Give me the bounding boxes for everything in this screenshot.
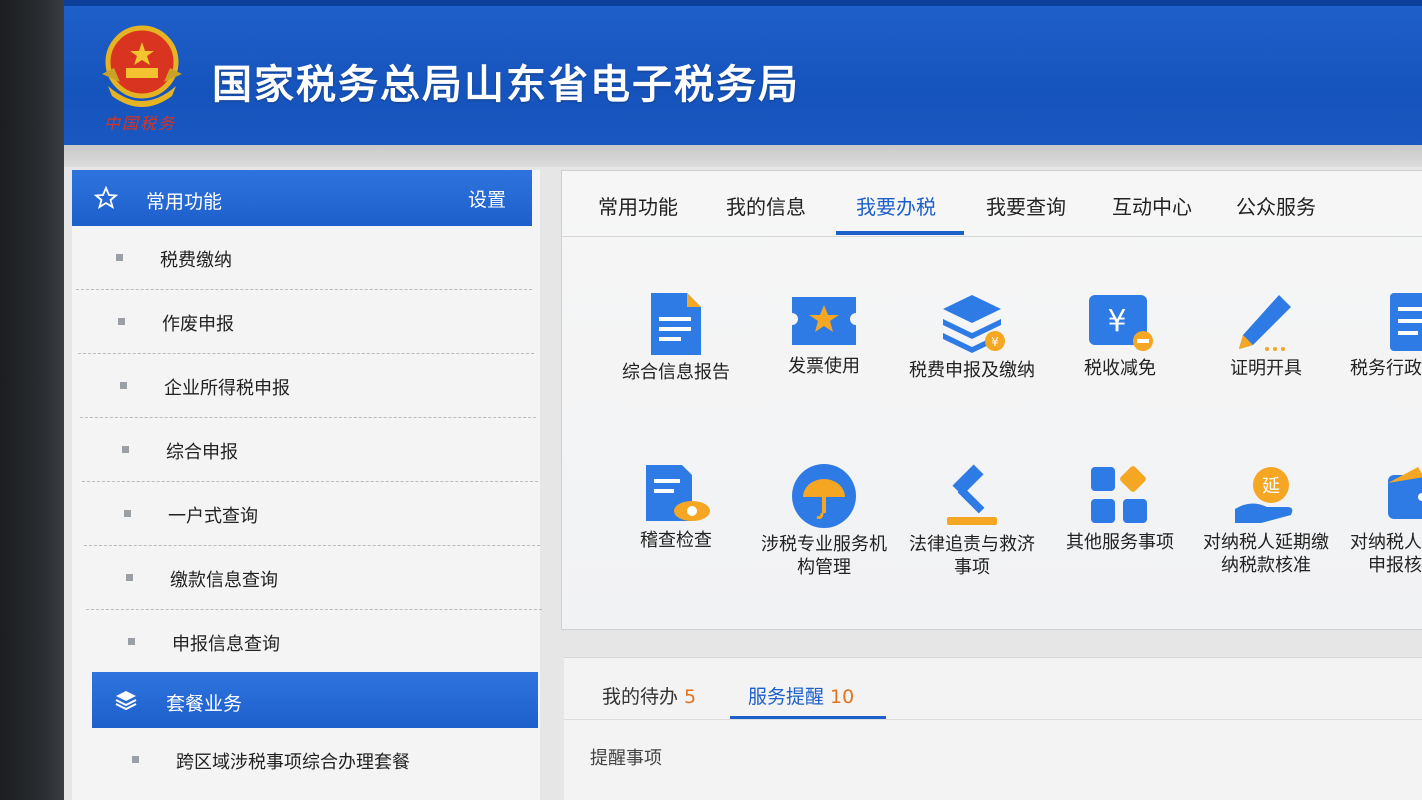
national-emblem-icon xyxy=(102,25,182,107)
divider xyxy=(564,719,1422,720)
settings-link[interactable]: 设置 xyxy=(468,185,506,212)
browser-screen: 中国税务 国家税务总局山东省电子税务局 常用功能 设置 税费缴纳 作废申报 企业… xyxy=(64,0,1422,800)
sidebar: 常用功能 设置 税费缴纳 作废申报 企业所得税申报 综合申报 一户式查询 缴款信… xyxy=(72,170,542,800)
umbrella-icon xyxy=(792,464,856,528)
document-icon xyxy=(651,293,701,355)
document-list-icon xyxy=(1390,293,1422,351)
todo-panel: 我的待办 5 服务提醒 10 提醒事项 xyxy=(564,657,1422,800)
tile-tax-declaration-payment[interactable]: ¥ 税费申报及缴纳 xyxy=(902,291,1042,382)
tile-label: 综合信息报告 xyxy=(622,362,730,383)
tile-label: 证明开具 xyxy=(1230,358,1302,379)
invoice-ticket-icon xyxy=(792,297,856,345)
yuan-minus-icon: ¥ xyxy=(1089,295,1153,351)
bullet-icon xyxy=(116,254,123,261)
bullet-icon xyxy=(122,446,129,453)
tile-legal-remedy[interactable]: 法律追责与救济事项 xyxy=(902,463,1042,579)
bullet-icon xyxy=(126,574,133,581)
tile-tax-reduction[interactable]: ¥ 税收减免 xyxy=(1050,291,1190,380)
sidebar-item-label: 企业所得税申报 xyxy=(164,378,290,399)
reminder-heading: 提醒事项 xyxy=(590,748,662,769)
bullet-icon xyxy=(120,382,127,389)
site-header: 中国税务 国家税务总局山东省电子税务局 xyxy=(64,0,1422,145)
gavel-icon xyxy=(947,464,997,525)
sidebar-item-label: 综合申报 xyxy=(166,442,238,463)
sidebar-item-label: 申报信息查询 xyxy=(172,634,280,655)
tile-label: 涉税专业服务机构管理 xyxy=(761,534,887,578)
tile-deferred-declaration-approval[interactable]: 对纳税人延期申报核准 xyxy=(1344,463,1422,577)
tile-other-services[interactable]: 其他服务事项 xyxy=(1050,463,1190,554)
site-title: 国家税务总局山东省电子税务局 xyxy=(212,62,800,108)
svg-text:延: 延 xyxy=(1262,476,1280,497)
sidebar-item-declaration-query[interactable]: 申报信息查询 xyxy=(88,610,544,674)
tile-label: 法律追责与救济事项 xyxy=(909,534,1035,578)
tile-label: 对纳税人延期缴纳税款核准 xyxy=(1203,532,1329,576)
tab-label: 我的待办 xyxy=(602,686,679,708)
tile-label: 对纳税人延期申报核准 xyxy=(1350,532,1422,576)
sidebar-item-payment-query[interactable]: 缴款信息查询 xyxy=(86,546,542,610)
header-band xyxy=(64,145,1422,167)
tab-tax-handling[interactable]: 我要办税 xyxy=(856,191,936,220)
sidebar-header-label: 常用功能 xyxy=(146,191,223,213)
sidebar-item-label: 作废申报 xyxy=(162,314,234,335)
tile-label: 税务行政许可 xyxy=(1350,358,1422,379)
sidebar-header-label: 套餐业务 xyxy=(166,693,243,715)
sidebar-item-label: 缴款信息查询 xyxy=(170,570,278,591)
tile-label: 税收减免 xyxy=(1084,358,1156,379)
sidebar-item-void-declaration[interactable]: 作废申报 xyxy=(78,290,534,354)
sidebar-item-label: 一户式查询 xyxy=(168,506,258,527)
tile-audit-inspection[interactable]: 稽查检查 xyxy=(606,463,746,552)
svg-text:¥: ¥ xyxy=(1107,304,1126,339)
grid-diamond-icon xyxy=(1091,466,1147,523)
active-tab-indicator xyxy=(730,716,886,719)
emblem-caption: 中国税务 xyxy=(104,114,177,133)
tile-deferred-payment-approval[interactable]: 延 对纳税人延期缴纳税款核准 xyxy=(1196,463,1336,577)
bullet-icon xyxy=(128,638,135,645)
tab-common-functions[interactable]: 常用功能 xyxy=(598,191,678,220)
layers-yuan-icon: ¥ xyxy=(943,295,1005,353)
wallet-icon xyxy=(1388,467,1422,519)
reminder-count-badge: 10 xyxy=(830,686,855,708)
sidebar-item-corporate-income-tax[interactable]: 企业所得税申报 xyxy=(80,354,536,418)
main-panel: 常用功能 我的信息 我要办税 我要查询 互动中心 公众服务 综合信息报告 发票使… xyxy=(561,170,1422,630)
active-tab-indicator xyxy=(836,231,964,235)
svg-text:¥: ¥ xyxy=(991,335,999,349)
tile-tax-administrative-license[interactable]: 税务行政许可 xyxy=(1344,291,1422,380)
monitor-bezel xyxy=(0,0,64,800)
tile-label: 税费申报及缴纳 xyxy=(909,360,1035,381)
sidebar-header-package[interactable]: 套餐业务 xyxy=(92,672,538,728)
sidebar-item-comprehensive-declaration[interactable]: 综合申报 xyxy=(82,418,538,482)
tab-my-info[interactable]: 我的信息 xyxy=(726,191,806,220)
tab-bar: 常用功能 我的信息 我要办税 我要查询 互动中心 公众服务 xyxy=(562,171,1422,237)
tab-service-reminder[interactable]: 服务提醒 10 xyxy=(748,682,854,709)
star-icon xyxy=(94,186,118,209)
tab-interaction-center[interactable]: 互动中心 xyxy=(1112,191,1192,220)
tile-tax-agency-management[interactable]: 涉税专业服务机构管理 xyxy=(754,463,894,579)
bullet-icon xyxy=(124,510,131,517)
sidebar-item-one-stop-query[interactable]: 一户式查询 xyxy=(84,482,540,546)
sidebar-item-cross-region-package[interactable]: 跨区域涉税事项综合办理套餐 xyxy=(92,728,548,792)
inspect-eye-icon xyxy=(646,465,710,521)
hand-extend-icon: 延 xyxy=(1235,467,1293,523)
tile-label: 稽查检查 xyxy=(640,530,712,551)
tab-label: 服务提醒 xyxy=(748,686,825,708)
tile-certificate-issue[interactable]: 证明开具 xyxy=(1196,291,1336,380)
sidebar-item-label: 税费缴纳 xyxy=(160,250,232,271)
tab-query[interactable]: 我要查询 xyxy=(986,191,1066,220)
tile-comprehensive-report[interactable]: 综合信息报告 xyxy=(606,291,746,384)
tile-label: 其他服务事项 xyxy=(1066,532,1174,553)
sidebar-header-common[interactable]: 常用功能 设置 xyxy=(72,170,532,226)
bullet-icon xyxy=(118,318,125,325)
tile-invoice-use[interactable]: 发票使用 xyxy=(754,291,894,378)
pen-icon xyxy=(1239,295,1291,351)
tile-label: 发票使用 xyxy=(788,356,860,377)
layers-icon xyxy=(115,691,137,711)
sidebar-item-label: 跨区域涉税事项综合办理套餐 xyxy=(176,752,410,773)
tab-public-service[interactable]: 公众服务 xyxy=(1236,191,1316,220)
sidebar-item-tax-payment[interactable]: 税费缴纳 xyxy=(76,226,532,290)
tab-my-todo[interactable]: 我的待办 5 xyxy=(602,682,696,709)
todo-count-badge: 5 xyxy=(684,686,697,708)
bullet-icon xyxy=(132,756,139,763)
